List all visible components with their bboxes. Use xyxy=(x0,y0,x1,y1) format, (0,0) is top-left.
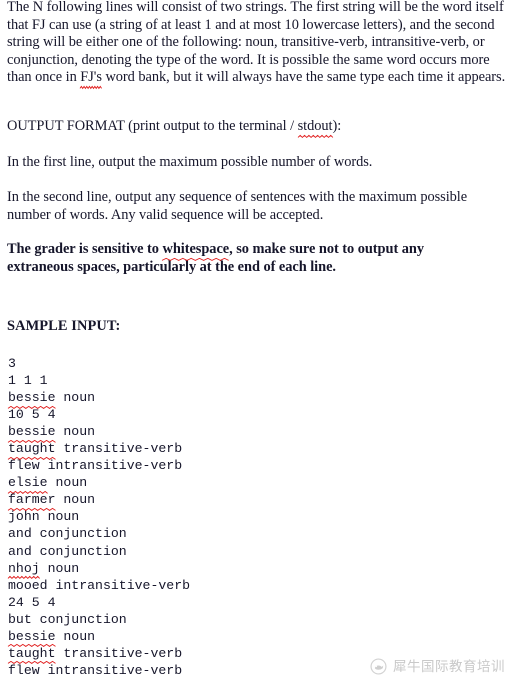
misspelled-token-text: nhoj xyxy=(8,560,40,576)
misspelled-token-text: bessie xyxy=(8,628,56,644)
misspelled-word-fjs: FJ's xyxy=(80,69,102,87)
sample-input-line: john noun xyxy=(8,509,80,525)
document-page: The N following lines will consist of tw… xyxy=(0,0,513,683)
sample-input-line-rest: transitive-verb xyxy=(55,645,183,661)
spellcheck-squiggle-icon xyxy=(8,457,55,460)
sample-input-line: taught transitive-verb xyxy=(8,440,190,457)
heading-sample-input: SAMPLE INPUT: xyxy=(7,318,121,334)
sample-input-line: 1 1 1 xyxy=(8,373,48,389)
misspelled-token: taught xyxy=(8,645,55,662)
misspelled-token: bessie xyxy=(8,389,55,406)
paragraph-intro: The N following lines will consist of tw… xyxy=(7,0,507,87)
paragraph-output-format: OUTPUT FORMAT (print output to the termi… xyxy=(7,118,507,136)
misspelled-token: bessie xyxy=(8,423,55,440)
misspelled-token-text: farmer xyxy=(8,492,56,508)
spellcheck-squiggle-icon xyxy=(8,508,55,511)
misspelled-word-whitespace: whitespace xyxy=(162,241,229,259)
paragraph-first-line: In the first line, output the maximum po… xyxy=(7,154,373,170)
sample-input-line: flew intransitive-verb xyxy=(8,662,183,678)
spellcheck-squiggle-icon xyxy=(8,406,55,409)
sample-input-line-rest: noun xyxy=(39,560,80,576)
spellcheck-squiggle-icon xyxy=(8,576,40,579)
misspelled-word-stdout-text: stdout xyxy=(297,118,333,134)
sample-input-line: bessie noun xyxy=(8,423,190,440)
misspelled-token: taught xyxy=(8,440,55,457)
misspelled-token: nhoj xyxy=(8,560,40,577)
sample-input-line: and conjunction xyxy=(8,526,127,542)
misspelled-token: bessie xyxy=(8,628,55,645)
misspelled-word-stdout: stdout xyxy=(298,118,333,136)
misspelled-token-text: bessie xyxy=(8,424,56,440)
sample-input-line: elsie noun xyxy=(8,474,190,491)
misspelled-word-fjs-text: FJ's xyxy=(80,69,102,86)
paragraph-intro-text-part2: word bank, but it will always have the s… xyxy=(101,69,506,86)
sample-input-line-rest: noun xyxy=(55,390,96,406)
sample-input-line: and conjunction xyxy=(8,543,127,559)
sample-input-line: 3 xyxy=(8,356,16,371)
misspelled-token: elsie xyxy=(8,474,48,491)
spellcheck-squiggle-icon xyxy=(298,135,333,138)
spellcheck-squiggle-icon xyxy=(80,86,102,89)
sample-input-line: flew intransitive-verb xyxy=(8,458,183,474)
misspelled-token-text: elsie xyxy=(8,475,48,491)
sample-input-line: bessie noun xyxy=(8,628,190,645)
sample-input-line: mooed intransitive-verb xyxy=(8,577,191,593)
spellcheck-squiggle-icon xyxy=(162,258,229,261)
misspelled-token-text: taught xyxy=(8,645,56,661)
sample-input-line: 24 5 4 xyxy=(8,594,56,610)
rhino-circle-logo-icon xyxy=(370,658,387,675)
sample-input-line: taught transitive-verb xyxy=(8,645,190,662)
misspelled-word-whitespace-text: whitespace xyxy=(162,241,230,257)
watermark-text: 犀牛国际教育培训 xyxy=(393,659,505,674)
misspelled-token: farmer xyxy=(8,491,55,508)
sample-input-line-rest: transitive-verb xyxy=(55,441,183,457)
sample-input-line-rest: noun xyxy=(55,628,96,644)
watermark: 犀牛国际教育培训 xyxy=(370,658,505,675)
sample-input-line: 10 5 4 xyxy=(8,407,56,423)
sample-input-line: farmer noun xyxy=(8,491,190,508)
paragraph-whitespace-warning: The grader is sensitive to whitespace, s… xyxy=(7,241,477,276)
sample-input-code-block: 31 1 1 bessie noun 10 5 4 bessie noun taught… xyxy=(8,355,190,679)
paragraph-second-line: In the second line, output any sequence … xyxy=(7,189,468,223)
sample-input-line: bessie noun xyxy=(8,389,190,406)
whitespace-warning-part1: The grader is sensitive to xyxy=(7,241,163,257)
sample-input-line-rest: noun xyxy=(55,424,96,440)
sample-input-line: but conjunction xyxy=(8,611,127,627)
misspelled-token-text: bessie xyxy=(8,390,56,406)
spellcheck-squiggle-icon xyxy=(8,661,55,664)
output-format-text-part2: ): xyxy=(332,118,342,134)
output-format-text-part1: OUTPUT FORMAT (print output to the termi… xyxy=(7,118,298,134)
sample-input-line: nhoj noun xyxy=(8,560,190,577)
sample-input-line-rest: noun xyxy=(47,475,88,491)
sample-input-line-rest: noun xyxy=(55,492,96,508)
misspelled-token-text: taught xyxy=(8,441,56,457)
